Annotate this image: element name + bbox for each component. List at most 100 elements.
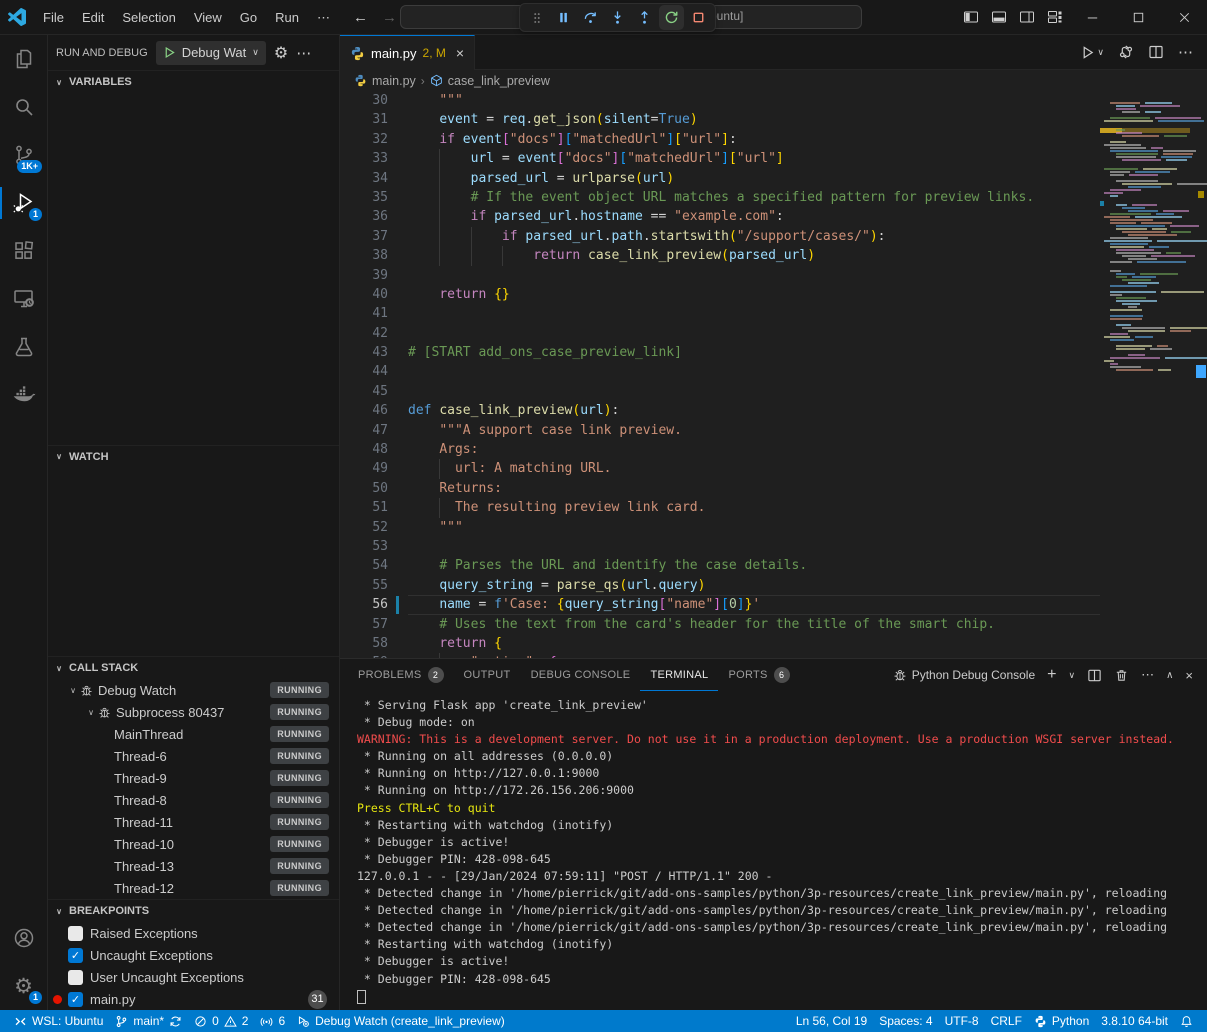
code-text[interactable]: if event["docs"]["matchedUrl"]["url"]: (408, 130, 1100, 149)
activity-source-control[interactable]: 1K+ (0, 131, 47, 179)
encoding-status[interactable]: UTF-8 (939, 1014, 985, 1028)
breakpoint-checkbox[interactable]: ✓ (68, 992, 83, 1007)
open-changes-icon[interactable] (1118, 44, 1134, 60)
code-text[interactable]: # [START add_ons_case_preview_link] (408, 343, 1100, 362)
glyph-margin[interactable] (340, 130, 358, 149)
glyph-margin[interactable] (340, 421, 358, 440)
code-text[interactable] (408, 382, 1100, 401)
code-text[interactable]: query_string = parse_qs(url.query) (408, 576, 1100, 595)
activity-explorer[interactable] (0, 35, 47, 83)
overview-ruler[interactable] (1195, 91, 1207, 658)
variables-header[interactable]: ∨ VARIABLES (48, 71, 339, 93)
breadcrumb-symbol[interactable]: case_link_preview (448, 74, 550, 88)
call-stack-item[interactable]: Thread-9RUNNING (48, 767, 339, 789)
glyph-margin[interactable] (340, 91, 358, 110)
panel-tab-ports[interactable]: PORTS6 (718, 659, 799, 691)
code-text[interactable]: url = event["docs"]["matchedUrl"]["url"] (408, 149, 1100, 168)
code-text[interactable]: The resulting preview link card. (408, 498, 1100, 517)
panel-tab-output[interactable]: OUTPUT (454, 659, 521, 691)
call-stack-item[interactable]: ∨Debug WatchRUNNING (48, 679, 339, 701)
code-lines[interactable]: 30 """31 event = req.get_json(silent=Tru… (340, 91, 1100, 658)
breakpoint-item[interactable]: ✓main.py31 (48, 988, 339, 1010)
toggle-panel-icon[interactable] (985, 0, 1013, 34)
glyph-margin[interactable] (340, 362, 358, 381)
nav-back-icon[interactable]: ← (353, 9, 368, 26)
sidebar-more-actions-icon[interactable]: ⋯ (296, 44, 311, 62)
code-text[interactable]: def case_link_preview(url): (408, 401, 1100, 420)
menu-view[interactable]: View (185, 10, 231, 25)
glyph-margin[interactable] (340, 227, 358, 246)
ports-status[interactable]: 6 (254, 1014, 291, 1028)
call-stack-item[interactable]: Thread-12RUNNING (48, 877, 339, 899)
menu-selection[interactable]: Selection (113, 10, 184, 25)
kill-terminal-icon[interactable] (1114, 668, 1129, 683)
code-text[interactable]: Args: (408, 440, 1100, 459)
menu-go[interactable]: Go (231, 10, 266, 25)
glyph-margin[interactable] (340, 207, 358, 226)
debug-step-out-button[interactable] (632, 5, 657, 30)
tab-main-py[interactable]: main.py 2, M × (340, 35, 475, 70)
call-stack-item[interactable]: ∨Subprocess 80437RUNNING (48, 701, 339, 723)
call-stack-item[interactable]: MainThreadRUNNING (48, 723, 339, 745)
terminal-instance-label[interactable]: Python Debug Console (893, 668, 1035, 682)
code-text[interactable]: """ (408, 91, 1100, 110)
glyph-margin[interactable] (340, 576, 358, 595)
glyph-margin[interactable] (340, 537, 358, 556)
menu-run[interactable]: Run (266, 10, 308, 25)
breakpoint-item[interactable]: Raised Exceptions (48, 922, 339, 944)
debug-session-status[interactable]: Debug Watch (create_link_preview) (291, 1014, 511, 1028)
glyph-margin[interactable] (340, 149, 358, 168)
split-editor-icon[interactable] (1148, 44, 1164, 60)
glyph-margin[interactable] (340, 615, 358, 634)
indentation-status[interactable]: Spaces: 4 (873, 1014, 938, 1028)
code-text[interactable]: return case_link_preview(parsed_url) (408, 246, 1100, 265)
toggle-secondary-sidebar-icon[interactable] (1013, 0, 1041, 34)
call-stack-item[interactable]: Thread-10RUNNING (48, 833, 339, 855)
debug-stop-button[interactable] (686, 5, 711, 30)
activity-accounts[interactable] (0, 914, 47, 962)
close-panel-icon[interactable]: × (1185, 668, 1193, 683)
activity-remote-explorer[interactable] (0, 275, 47, 323)
glyph-margin[interactable] (340, 518, 358, 537)
git-branch-status[interactable]: main* (109, 1014, 188, 1028)
code-text[interactable] (408, 266, 1100, 285)
run-python-file-button[interactable]: ∨ (1080, 45, 1104, 60)
watch-header[interactable]: ∨ WATCH (48, 446, 339, 468)
glyph-margin[interactable] (340, 382, 358, 401)
glyph-margin[interactable] (340, 304, 358, 323)
code-text[interactable]: # If the event object URL matches a spec… (408, 188, 1100, 207)
maximize-panel-icon[interactable]: ∧ (1166, 670, 1173, 681)
window-close-button[interactable] (1161, 0, 1207, 34)
glyph-margin[interactable] (340, 459, 358, 478)
eol-status[interactable]: CRLF (985, 1014, 1028, 1028)
call-stack-item[interactable]: Thread-13RUNNING (48, 855, 339, 877)
call-stack-item[interactable]: Thread-6RUNNING (48, 745, 339, 767)
glyph-margin[interactable] (340, 188, 358, 207)
debug-step-into-button[interactable] (605, 5, 630, 30)
toggle-sidebar-icon[interactable] (957, 0, 985, 34)
menu-edit[interactable]: Edit (73, 10, 113, 25)
glyph-margin[interactable] (340, 324, 358, 343)
code-text[interactable]: if parsed_url.path.startswith("/support/… (408, 227, 1100, 246)
breakpoint-item[interactable]: User Uncaught Exceptions (48, 966, 339, 988)
code-text[interactable]: """A support case link preview. (408, 421, 1100, 440)
debug-settings-gear-icon[interactable]: ⚙ (274, 43, 288, 62)
call-stack-item[interactable]: Thread-11RUNNING (48, 811, 339, 833)
glyph-margin[interactable] (340, 595, 358, 614)
code-text[interactable]: url: A matching URL. (408, 459, 1100, 478)
split-terminal-icon[interactable] (1087, 668, 1102, 683)
glyph-margin[interactable] (340, 343, 358, 362)
debug-toolbar-drag-handle[interactable] (524, 5, 549, 30)
breakpoint-checkbox[interactable] (68, 926, 83, 941)
launch-config-dropdown[interactable]: Debug Wat ∨ (156, 41, 266, 65)
code-text[interactable] (408, 362, 1100, 381)
window-minimize-button[interactable] (1069, 0, 1115, 34)
breakpoint-checkbox[interactable] (68, 970, 83, 985)
code-text[interactable] (408, 304, 1100, 323)
cursor-position[interactable]: Ln 56, Col 19 (790, 1014, 873, 1028)
activity-search[interactable] (0, 83, 47, 131)
glyph-margin[interactable] (340, 653, 358, 658)
terminal-output[interactable]: * Serving Flask app 'create_link_preview… (340, 691, 1207, 1010)
glyph-margin[interactable] (340, 169, 358, 188)
code-text[interactable]: if parsed_url.hostname == "example.com": (408, 207, 1100, 226)
